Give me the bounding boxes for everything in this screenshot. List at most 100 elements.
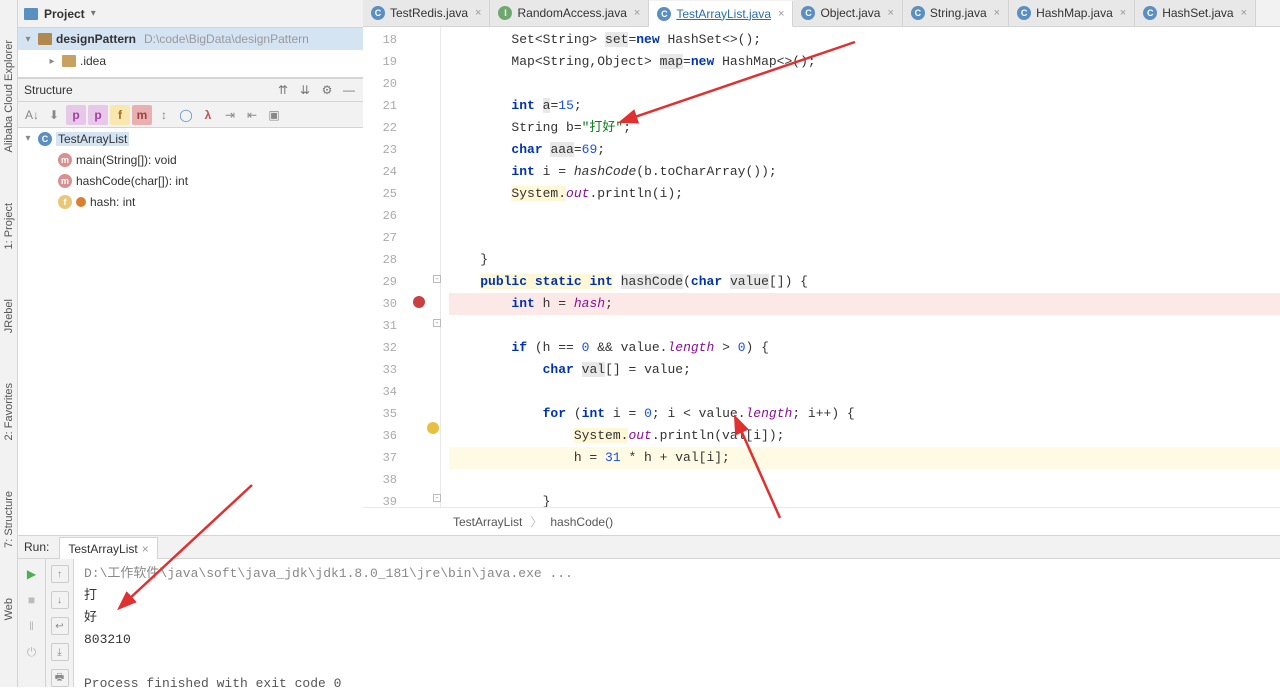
expand-icon[interactable]: ▣ — [264, 105, 284, 125]
run-tool-window: ▶ ■ ‖ ⏻ ↑ ↓ ↩ ⤓ 🖶 D:\工作软件\java\soft\java… — [18, 559, 1280, 687]
pause-icon[interactable]: ‖ — [23, 617, 41, 635]
close-icon[interactable]: × — [475, 7, 481, 19]
tab-randomaccess[interactable]: I RandomAccess.java × — [490, 0, 649, 26]
side-favorites[interactable]: 2: Favorites — [3, 383, 15, 440]
close-icon[interactable]: × — [994, 7, 1000, 19]
fold-icon[interactable]: - — [433, 319, 441, 327]
intention-bulb-icon[interactable] — [427, 422, 439, 434]
sort-visibility-icon[interactable]: ⬇ — [44, 105, 64, 125]
member-label: hashCode(char[]): int — [76, 174, 188, 188]
tab-object[interactable]: CObject.java× — [793, 0, 902, 26]
project-root-row[interactable]: ▾ designPattern D:\code\BigData\designPa… — [18, 28, 363, 50]
side-structure[interactable]: 7: Structure — [3, 491, 15, 548]
autoscroll-to-icon[interactable]: ⇥ — [220, 105, 240, 125]
run-config-tab[interactable]: TestArrayList × — [59, 537, 157, 560]
expand-all-icon[interactable]: ⇈ — [275, 82, 291, 98]
show-properties-icon[interactable]: p — [66, 105, 86, 125]
up-icon[interactable]: ↑ — [51, 565, 69, 583]
show-fields-icon[interactable]: f — [110, 105, 130, 125]
soft-wrap-icon[interactable]: ↩ — [51, 617, 69, 635]
show-packages-icon[interactable]: p — [88, 105, 108, 125]
close-icon[interactable]: × — [778, 8, 784, 20]
project-root-path: D:\code\BigData\designPattern — [144, 32, 309, 46]
tab-string[interactable]: C String.java × — [903, 0, 1009, 26]
breadcrumb-separator: 〉 — [530, 513, 542, 530]
hide-icon[interactable]: — — [341, 82, 357, 98]
rerun-icon[interactable]: ▶ — [23, 565, 41, 583]
field-icon: f — [58, 195, 72, 209]
side-web[interactable]: Web — [3, 598, 15, 620]
project-child-row[interactable]: ▸ .idea — [18, 50, 363, 72]
editor-tabs: C TestRedis.java × I RandomAccess.java × CTe… — [363, 0, 1280, 27]
tab-hashset[interactable]: CHashSet.java× — [1135, 0, 1256, 26]
console-line: 打 — [84, 588, 97, 603]
expand-icon[interactable]: ▸ — [46, 56, 58, 67]
interface-icon: I — [498, 6, 512, 20]
structure-toolbar: A↓ ⬇ p p f m ↕ ◯ λ ⇥ ⇤ ▣ — [18, 102, 363, 128]
run-tool-header: Run: TestArrayList × — [18, 535, 1280, 559]
fold-icon[interactable]: - — [433, 494, 441, 502]
structure-tree: ▾ C TestArrayList m main(String[]): void… — [18, 128, 363, 535]
tab-hashmap[interactable]: CHashMap.java× — [1009, 0, 1135, 26]
close-icon[interactable]: × — [142, 542, 149, 556]
close-icon[interactable]: × — [1120, 7, 1126, 19]
gear-icon[interactable]: ⚙ — [319, 82, 335, 98]
sort-alpha-icon[interactable]: A↓ — [22, 105, 42, 125]
show-lambda-icon[interactable]: λ — [198, 105, 218, 125]
down-icon[interactable]: ↓ — [51, 591, 69, 609]
autoscroll-from-icon[interactable]: ⇤ — [242, 105, 262, 125]
show-anonymous-icon[interactable]: ◯ — [176, 105, 196, 125]
expand-icon[interactable]: ▾ — [22, 133, 34, 144]
scroll-end-icon[interactable]: ⤓ — [51, 643, 69, 661]
tab-testredis[interactable]: C TestRedis.java × — [363, 0, 490, 26]
nav-project-label[interactable]: Project — [44, 7, 85, 21]
fold-icon[interactable]: - — [433, 275, 441, 283]
breadcrumb-method[interactable]: hashCode() — [550, 515, 613, 529]
structure-member-row[interactable]: f hash: int — [18, 191, 363, 212]
folder-name: .idea — [80, 54, 106, 68]
console-output[interactable]: D:\工作软件\java\soft\java_jdk\jdk1.8.0_181\… — [74, 559, 1280, 687]
show-methods-icon[interactable]: m — [132, 105, 152, 125]
tab-testarraylist[interactable]: CTestArrayList.java× — [649, 1, 793, 27]
project-root-name: designPattern — [56, 32, 136, 46]
console-cmdline: D:\工作软件\java\soft\java_jdk\jdk1.8.0_181\… — [84, 566, 573, 581]
print-icon[interactable]: 🖶 — [51, 669, 69, 687]
structure-header: Structure ⇈ ⇊ ⚙ — — [18, 78, 363, 102]
structure-member-row[interactable]: m hashCode(char[]): int — [18, 170, 363, 191]
member-label: hash: int — [90, 195, 135, 209]
lock-icon — [76, 197, 86, 207]
module-folder-icon — [38, 33, 52, 45]
breadcrumb-class[interactable]: TestArrayList — [453, 515, 522, 529]
collapse-all-icon[interactable]: ⇊ — [297, 82, 313, 98]
close-icon[interactable]: × — [887, 7, 893, 19]
expand-icon[interactable]: ▾ — [22, 34, 34, 45]
tab-label: RandomAccess.java — [517, 6, 626, 20]
member-label: main(String[]): void — [76, 153, 177, 167]
class-icon: C — [371, 6, 385, 20]
structure-member-row[interactable]: m main(String[]): void — [18, 149, 363, 170]
method-icon: m — [58, 174, 72, 188]
breakpoint-icon[interactable] — [413, 296, 425, 308]
show-inherited-icon[interactable]: ↕ — [154, 105, 174, 125]
code-text[interactable]: Set<String> set=new HashSet<>(); Map<Str… — [441, 27, 1280, 507]
nav-dropdown-icon[interactable]: ▾ — [91, 8, 96, 19]
project-tree: ▾ designPattern D:\code\BigData\designPa… — [18, 28, 363, 78]
tab-label: Object.java — [820, 6, 880, 20]
structure-class-row[interactable]: ▾ C TestArrayList — [18, 128, 363, 149]
method-icon: m — [58, 153, 72, 167]
stop-icon[interactable]: ■ — [23, 591, 41, 609]
tab-label: HashMap.java — [1036, 6, 1113, 20]
tab-label: TestRedis.java — [390, 6, 468, 20]
code-editor[interactable]: 18 19 20 21 22 23 24 25 26 27 28 29 30 3… — [363, 27, 1280, 507]
tab-label: String.java — [930, 6, 987, 20]
class-icon: C — [911, 6, 925, 20]
side-alibaba[interactable]: Alibaba Cloud Explorer — [3, 40, 15, 153]
close-icon[interactable]: × — [1241, 7, 1247, 19]
side-project[interactable]: 1: Project — [3, 203, 15, 249]
side-jrebel[interactable]: JRebel — [3, 299, 15, 333]
class-icon: C — [657, 7, 671, 21]
exit-icon[interactable]: ⏻ — [23, 643, 41, 661]
marker-gutter[interactable]: - - - — [405, 27, 441, 507]
run-right-toolbar: ↑ ↓ ↩ ⤓ 🖶 — [46, 559, 74, 687]
close-icon[interactable]: × — [634, 7, 640, 19]
